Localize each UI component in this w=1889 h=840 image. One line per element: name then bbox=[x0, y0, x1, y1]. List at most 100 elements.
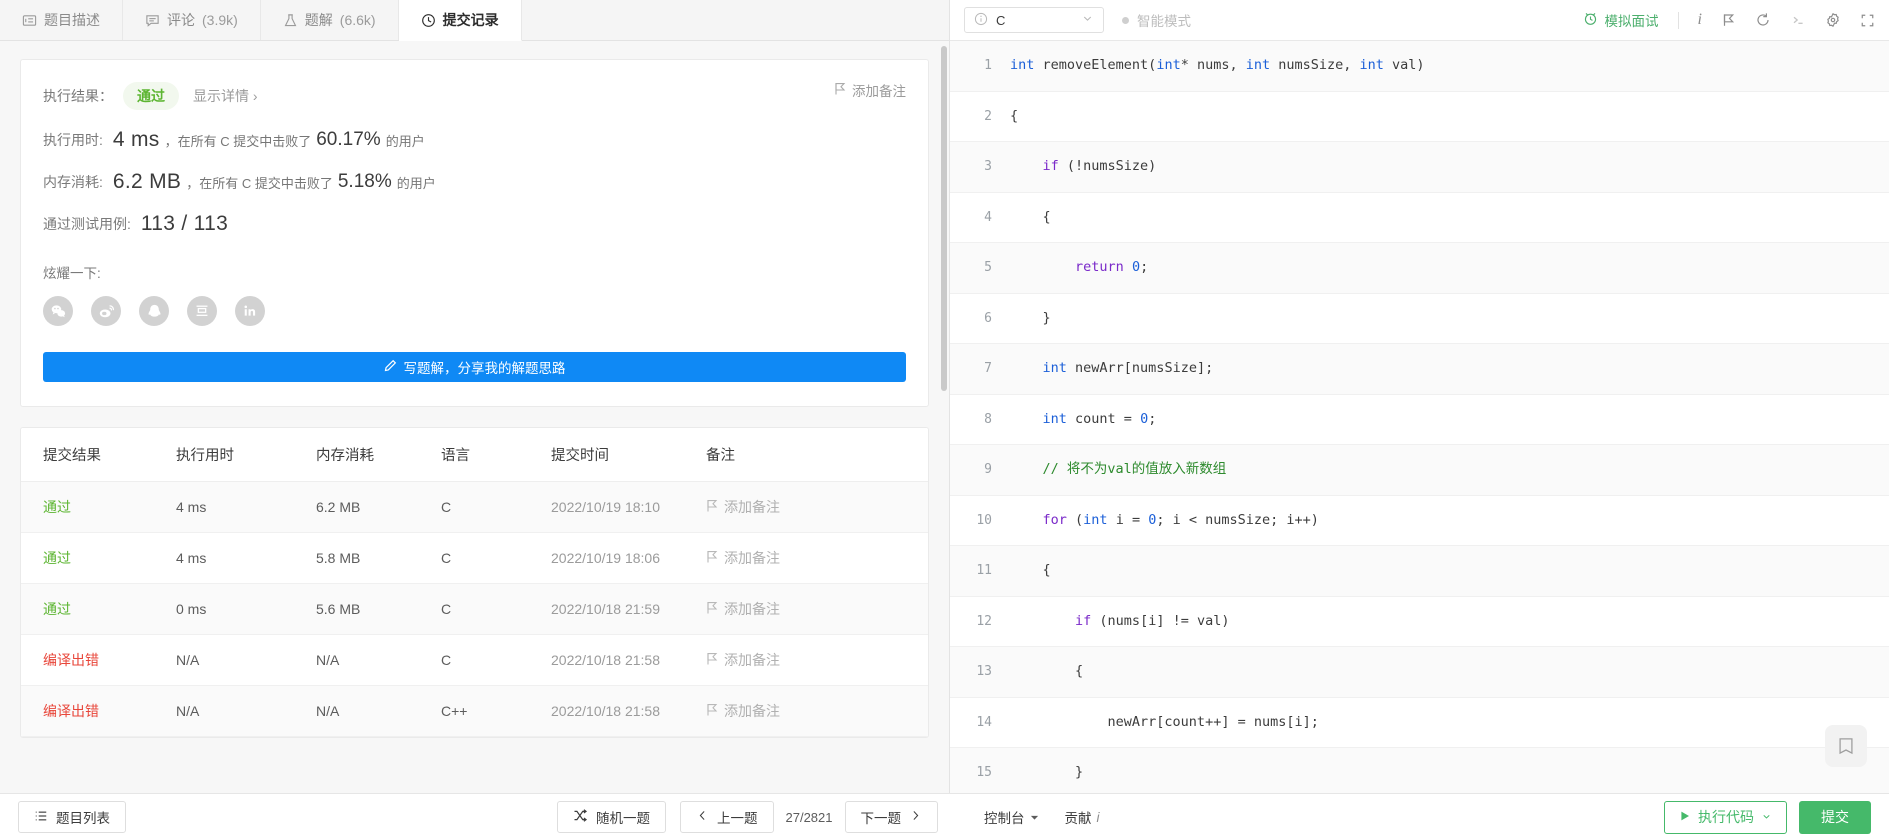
table-head: 提交结果 执行用时 内存消耗 语言 提交时间 备注 bbox=[21, 428, 928, 482]
tab-comments[interactable]: 评论 (3.9k) bbox=[123, 0, 261, 40]
line-number: 12 bbox=[950, 596, 1006, 647]
row-add-note-button[interactable]: 添加备注 bbox=[706, 548, 928, 568]
share-linkedin-button[interactable] bbox=[235, 296, 265, 326]
code-editor[interactable]: 1 int removeElement(int* nums, int numsSi… bbox=[950, 41, 1889, 793]
table-row[interactable]: 编译出错 N/A N/A C++ 2022/10/18 21:58 添加备注 bbox=[21, 685, 928, 737]
line-code[interactable]: return 0; bbox=[1006, 242, 1889, 294]
testcase-value: 113 / 113 bbox=[140, 212, 229, 235]
smart-mode-toggle[interactable]: 智能模式 bbox=[1122, 10, 1191, 30]
submission-status[interactable]: 通过 bbox=[43, 499, 71, 515]
submission-status[interactable]: 通过 bbox=[43, 550, 71, 566]
share-wechat-button[interactable] bbox=[43, 296, 73, 326]
row-add-note-button[interactable]: 添加备注 bbox=[706, 599, 928, 619]
submission-status[interactable]: 通过 bbox=[43, 601, 71, 617]
submissions-scroll-area[interactable]: 添加备注 执行结果： 通过 显示详情 › 执行用时: 4 ms ，在所有 C 提… bbox=[0, 41, 949, 793]
show-detail-link[interactable]: 显示详情 › bbox=[193, 86, 258, 106]
line-code[interactable]: } bbox=[1006, 293, 1889, 344]
header-runtime: 执行用时 bbox=[176, 428, 316, 482]
contribute-button[interactable]: 贡献 i bbox=[1065, 807, 1100, 827]
left-pane-scrollbar[interactable] bbox=[941, 46, 947, 391]
table-row[interactable]: 编译出错 N/A N/A C 2022/10/18 21:58 添加备注 bbox=[21, 634, 928, 686]
flag-icon bbox=[706, 652, 718, 668]
tab-solutions[interactable]: 题解 (6.6k) bbox=[261, 0, 399, 40]
submission-runtime: N/A bbox=[176, 634, 316, 686]
notebook-icon[interactable] bbox=[1825, 725, 1867, 767]
code-line[interactable]: 13 { bbox=[950, 646, 1889, 698]
tab-label: 题目描述 bbox=[44, 12, 100, 28]
submission-time: 2022/10/19 18:06 bbox=[551, 532, 706, 584]
line-code[interactable]: if (nums[i] != val) bbox=[1006, 596, 1889, 647]
line-code[interactable]: // 将不为val的值放入新数组 bbox=[1006, 444, 1889, 496]
code-line[interactable]: 3 if (!numsSize) bbox=[950, 141, 1889, 193]
run-code-button[interactable]: 执行代码 bbox=[1664, 800, 1787, 834]
submission-status[interactable]: 编译出错 bbox=[43, 652, 99, 668]
code-line[interactable]: 8 int count = 0; bbox=[950, 394, 1889, 445]
line-code[interactable]: newArr[count++] = nums[i]; bbox=[1006, 697, 1889, 748]
row-add-note-label: 添加备注 bbox=[724, 652, 780, 668]
share-douban-button[interactable] bbox=[187, 296, 217, 326]
bottom-right-group: 控制台 贡献 i 执行代码 提交 bbox=[968, 800, 1871, 834]
line-code[interactable]: } bbox=[1006, 747, 1889, 793]
line-code[interactable]: { bbox=[1006, 646, 1889, 698]
prev-problem-button[interactable]: 上一题 bbox=[680, 801, 774, 833]
table-row[interactable]: 通过 4 ms 5.8 MB C 2022/10/19 18:06 添加备注 bbox=[21, 532, 928, 584]
line-code[interactable]: if (!numsSize) bbox=[1006, 141, 1889, 193]
code-line[interactable]: 1 int removeElement(int* nums, int numsSi… bbox=[950, 41, 1889, 92]
next-problem-button[interactable]: 下一题 bbox=[844, 801, 938, 833]
code-line[interactable]: 12 if (nums[i] != val) bbox=[950, 596, 1889, 647]
code-line[interactable]: 9 // 将不为val的值放入新数组 bbox=[950, 444, 1889, 496]
smart-mode-label: 智能模式 bbox=[1137, 14, 1191, 29]
mock-interview-button[interactable]: 模拟面试 bbox=[1583, 10, 1659, 30]
write-solution-button[interactable]: 写题解，分享我的解题思路 bbox=[43, 352, 906, 382]
code-line[interactable]: 7 int newArr[numsSize]; bbox=[950, 343, 1889, 395]
line-number: 6 bbox=[950, 293, 1006, 344]
tab-count: (3.9k) bbox=[202, 12, 238, 28]
submission-status[interactable]: 编译出错 bbox=[43, 703, 99, 719]
info-italic-icon: i bbox=[1096, 809, 1100, 825]
runtime-mid-text: ，在所有 C 提交中击败了 bbox=[164, 133, 312, 149]
submission-time: 2022/10/18 21:58 bbox=[551, 685, 706, 737]
random-problem-button[interactable]: 随机一题 bbox=[557, 801, 666, 833]
fullscreen-icon[interactable] bbox=[1860, 13, 1875, 28]
code-line[interactable]: 10 for (int i = 0; i < numsSize; i++) bbox=[950, 495, 1889, 546]
code-line[interactable]: 6 } bbox=[950, 293, 1889, 344]
share-qq-button[interactable] bbox=[139, 296, 169, 326]
share-weibo-button[interactable] bbox=[91, 296, 121, 326]
code-line[interactable]: 15 } bbox=[950, 747, 1889, 793]
table-row[interactable]: 通过 4 ms 6.2 MB C 2022/10/19 18:10 添加备注 bbox=[21, 481, 928, 533]
tab-description[interactable]: 题目描述 bbox=[0, 0, 123, 40]
language-select[interactable]: C bbox=[964, 7, 1104, 33]
row-add-note-button[interactable]: 添加备注 bbox=[706, 497, 928, 517]
line-code[interactable]: int removeElement(int* nums, int numsSiz… bbox=[1006, 41, 1889, 92]
row-add-note-button[interactable]: 添加备注 bbox=[706, 701, 928, 721]
linkedin-icon bbox=[242, 303, 258, 319]
reset-icon[interactable] bbox=[1755, 12, 1771, 28]
table-row[interactable]: 通过 0 ms 5.6 MB C 2022/10/18 21:59 添加备注 bbox=[21, 583, 928, 635]
memory-mid-text: ，在所有 C 提交中击败了 bbox=[186, 175, 333, 191]
line-number: 7 bbox=[950, 343, 1006, 395]
info-italic-icon[interactable]: i bbox=[1698, 11, 1702, 29]
row-add-note-button[interactable]: 添加备注 bbox=[706, 650, 928, 670]
line-code[interactable]: for (int i = 0; i < numsSize; i++) bbox=[1006, 495, 1889, 546]
submission-language: C bbox=[441, 583, 551, 635]
terminal-icon[interactable] bbox=[1790, 12, 1806, 28]
memory-percentile: 5.18% bbox=[337, 171, 392, 192]
flag-icon[interactable] bbox=[1721, 12, 1736, 28]
add-note-button[interactable]: 添加备注 bbox=[834, 80, 906, 100]
settings-gear-icon[interactable] bbox=[1825, 12, 1841, 28]
line-code[interactable]: { bbox=[1006, 91, 1889, 142]
tab-submissions[interactable]: 提交记录 bbox=[398, 0, 522, 41]
code-line[interactable]: 2{ bbox=[950, 91, 1889, 142]
code-line[interactable]: 4 { bbox=[950, 192, 1889, 243]
problem-list-button[interactable]: 题目列表 bbox=[18, 801, 126, 833]
code-line[interactable]: 5 return 0; bbox=[950, 242, 1889, 294]
line-code[interactable]: int newArr[numsSize]; bbox=[1006, 343, 1889, 395]
code-line[interactable]: 14 newArr[count++] = nums[i]; bbox=[950, 697, 1889, 748]
console-toggle[interactable]: 控制台 bbox=[984, 807, 1039, 827]
submission-memory: 5.6 MB bbox=[316, 583, 441, 635]
code-line[interactable]: 11 { bbox=[950, 545, 1889, 597]
submit-button[interactable]: 提交 bbox=[1799, 800, 1871, 834]
line-code[interactable]: int count = 0; bbox=[1006, 394, 1889, 445]
line-code[interactable]: { bbox=[1006, 192, 1889, 243]
line-code[interactable]: { bbox=[1006, 545, 1889, 597]
